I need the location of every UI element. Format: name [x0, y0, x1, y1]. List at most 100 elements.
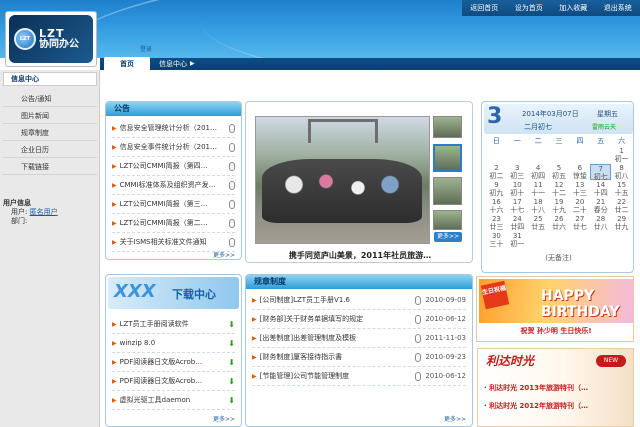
calendar-day-cell[interactable]: 25 廿五: [528, 215, 549, 231]
travel-item[interactable]: · 利达时光 2013年旅游特刊（…: [484, 383, 588, 393]
travel-panel: 利达时光 NEW · 利达时光 2013年旅游特刊（… · 利达时光 2012年…: [477, 348, 634, 427]
calendar-day-cell[interactable]: 12 十二: [549, 181, 570, 197]
calendar-day-cell[interactable]: 24 廿四: [507, 215, 528, 231]
download-item[interactable]: ▶ 虚拟光驱工具daemon ⬇: [112, 391, 235, 410]
calendar-day-cell[interactable]: 22 廿二: [611, 198, 632, 214]
calendar-day-cell[interactable]: 26 廿六: [549, 215, 570, 231]
calendar-day-cell[interactable]: 11 十一: [528, 181, 549, 197]
calendar-day-cell[interactable]: 2 初二: [486, 164, 507, 180]
download-icon[interactable]: ⬇: [228, 320, 235, 329]
photo-thumbnail[interactable]: [433, 177, 462, 205]
calendar-lunar-day: 十三: [572, 189, 587, 197]
announcement-text: 信息安全管理统计分析（201…: [119, 124, 217, 132]
login-link[interactable]: 登录: [140, 44, 152, 53]
photo-thumbnail[interactable]: [433, 210, 462, 230]
announcement-item[interactable]: ▶ LZT公司CMMI简报（第四…: [112, 157, 235, 176]
calendar-day-cell[interactable]: 17 十七: [507, 198, 528, 214]
user-name-link[interactable]: 匿名用户: [30, 208, 58, 216]
download-item[interactable]: ▶ PDF阅读器日文版Acrob… ⬇: [112, 372, 235, 391]
rule-item[interactable]: ▶ [财务部]关于财务单据填写的规定 2010-06-12: [252, 310, 466, 329]
rule-date: 2011-11-03: [425, 334, 466, 342]
announcement-item[interactable]: ▶ LZT公司CMMI简报（第三…: [112, 195, 235, 214]
travel-item[interactable]: · 利达时光 2012年旅游特刊（…: [484, 401, 588, 411]
rules-more-link[interactable]: 更多>>: [444, 414, 466, 423]
arrow-icon: ▶: [112, 238, 117, 246]
calendar-day-cell[interactable]: 18 十八: [528, 198, 549, 214]
announcement-item[interactable]: ▶ 信息安全事件统计分析（201…: [112, 138, 235, 157]
calendar-day-cell[interactable]: 4 初四: [528, 164, 549, 180]
download-icon[interactable]: ⬇: [228, 396, 235, 405]
top-nav-add-favorite[interactable]: 加入收藏: [559, 3, 587, 13]
sidebar: 信息中心 公告/通知 图片新闻 规章制度 企业日历 下载链接 用户信息 用户: …: [0, 70, 100, 427]
calendar-day-cell[interactable]: 15 十五: [611, 181, 632, 197]
download-text: PDF阅读器日文版Acrob…: [119, 377, 203, 385]
calendar-day-cell[interactable]: 14 十四: [590, 181, 611, 197]
announcement-text: CMMI标准体系及组织资产发…: [119, 181, 216, 189]
download-item[interactable]: ▶ winzip 8.0 ⬇: [112, 334, 235, 353]
calendar-lunar-day: 初八: [614, 172, 629, 180]
calendar-day-cell[interactable]: 10 初十: [507, 181, 528, 197]
rule-item[interactable]: ▶ [财务制度]厦客接待指示書 2010-09-23: [252, 348, 466, 367]
calendar-grid: 日一二三四五六 1 初一 2 初二 3 初三 4 初四 5 初五 6 惊蛰 7 初七 8 初八 9 初九 10 初十 11…: [486, 137, 632, 248]
user-info-title: 用户信息: [3, 199, 31, 207]
download-item[interactable]: ▶ PDF阅读器日文版Acrob… ⬇: [112, 353, 235, 372]
calendar-day-cell[interactable]: 3 初三: [507, 164, 528, 180]
photo-news-image[interactable]: [255, 116, 430, 244]
calendar-day-cell[interactable]: 9 初九: [486, 181, 507, 197]
calendar-day-cell[interactable]: 6 惊蛰: [569, 164, 590, 180]
announcement-more-link[interactable]: 更多>>: [213, 250, 235, 259]
calendar-lunar-day: 廿五: [531, 223, 546, 231]
calendar-day-number: 13: [575, 181, 585, 189]
birthday-ribbon: 生日祝福: [480, 280, 510, 310]
top-nav-home[interactable]: 返回首页: [470, 3, 498, 13]
sidebar-item-photo-news[interactable]: 图片新闻: [3, 109, 97, 124]
calendar-day: 3: [487, 104, 503, 129]
download-item[interactable]: ▶ LZT员工手册阅读软件 ⬇: [112, 315, 235, 334]
calendar-lunar-day: 初九: [489, 189, 504, 197]
announcement-text: 信息安全事件统计分析（201…: [119, 143, 217, 151]
calendar-weekday: 星期五: [597, 110, 618, 118]
photo-thumbnail[interactable]: [433, 116, 462, 138]
download-icon[interactable]: ⬇: [228, 358, 235, 367]
calendar-day-cell[interactable]: 8 初八: [611, 164, 632, 180]
calendar-day-cell[interactable]: 1 初一: [611, 147, 632, 163]
announcement-item[interactable]: ▶ LZT公司CMMI简报（第二…: [112, 214, 235, 233]
rule-item[interactable]: ▶ [出差制度]出差管理制度及模板 2011-11-03: [252, 329, 466, 348]
calendar-lunar-day: 初二: [489, 172, 504, 180]
sidebar-item-rules[interactable]: 规章制度: [3, 126, 97, 141]
calendar-day-cell[interactable]: 28 廿八: [590, 215, 611, 231]
sidebar-item-calendar[interactable]: 企业日历: [3, 143, 97, 158]
calendar-day-cell[interactable]: 16 十六: [486, 198, 507, 214]
calendar-day-cell[interactable]: 23 廿三: [486, 215, 507, 231]
calendar-day-cell: [569, 147, 590, 163]
photo-thumbnail-selected[interactable]: [433, 144, 462, 172]
calendar-day-cell[interactable]: 5 初五: [549, 164, 570, 180]
download-icon[interactable]: ⬇: [228, 377, 235, 386]
download-more-link[interactable]: 更多>>: [213, 414, 235, 423]
calendar-lunar-day: 初四: [531, 172, 546, 180]
calendar-day-cell[interactable]: 13 十三: [569, 181, 590, 197]
top-nav-logout[interactable]: 退出系统: [604, 3, 632, 13]
announcement-text: 关于ISMS相关标准文件通知: [119, 238, 207, 246]
announcement-item[interactable]: ▶ CMMI标准体系及组织资产发…: [112, 176, 235, 195]
top-nav-set-homepage[interactable]: 设为首页: [515, 3, 543, 13]
calendar-day-cell[interactable]: 29 廿九: [611, 215, 632, 231]
calendar-day-cell[interactable]: 7 初七: [590, 164, 612, 181]
photo-caption[interactable]: 携手同览庐山美景，2011年社员旅游…: [255, 250, 465, 261]
calendar-day-cell[interactable]: 31 初一: [507, 232, 528, 248]
calendar-day-cell[interactable]: 30 三十: [486, 232, 507, 248]
rule-item[interactable]: ▶ [节能管理]公司节能管理制度 2010-06-12: [252, 367, 466, 386]
announcement-item[interactable]: ▶ 信息安全管理统计分析（201…: [112, 119, 235, 138]
calendar-day-cell[interactable]: 21 春分: [590, 198, 611, 214]
calendar-day-cell[interactable]: 20 二十: [569, 198, 590, 214]
calendar-lunar-day: 初十: [510, 189, 525, 197]
calendar-day-cell[interactable]: 19 十九: [549, 198, 570, 214]
sidebar-item-downloads[interactable]: 下载链接: [3, 160, 97, 175]
calendar-day-cell[interactable]: 27 廿七: [569, 215, 590, 231]
tab-home[interactable]: 首页: [104, 57, 150, 70]
arrow-icon: ▶: [112, 396, 117, 404]
download-icon[interactable]: ⬇: [228, 339, 235, 348]
rule-item[interactable]: ▶ [公司制度]LZT员工手册V1.6 2010-09-09: [252, 291, 466, 310]
sidebar-item-notice[interactable]: 公告/通知: [3, 92, 97, 107]
photo-more-button[interactable]: 更多>>: [434, 232, 462, 242]
